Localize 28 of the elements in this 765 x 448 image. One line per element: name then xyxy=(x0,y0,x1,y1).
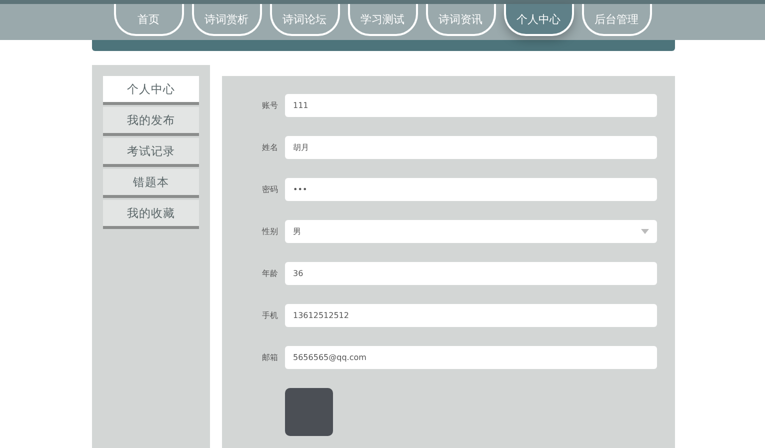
input-field[interactable]: 5656565@qq.com xyxy=(285,346,657,369)
input-field[interactable]: 胡月 xyxy=(285,136,657,159)
field-label: 密码 xyxy=(261,184,278,195)
field-label: 邮箱 xyxy=(261,352,278,363)
select-field[interactable]: 男 xyxy=(285,220,657,243)
nav-tab[interactable]: 后台管理 xyxy=(582,4,652,36)
caret-icon xyxy=(641,229,649,234)
field-label: 性别 xyxy=(260,226,278,237)
nav-tab[interactable]: 个人中心 xyxy=(504,4,574,36)
nav-tab[interactable]: 学习测试 xyxy=(348,4,418,36)
nav-tab[interactable]: 首页 xyxy=(114,4,184,36)
input-field[interactable]: 111 xyxy=(285,94,657,117)
sidebar-item[interactable]: 个人中心 xyxy=(103,76,199,105)
sidebar-item[interactable]: 我的收藏 xyxy=(103,200,199,229)
input-field[interactable]: ••• xyxy=(285,178,657,201)
field-label: 姓名 xyxy=(261,142,278,153)
field-label: 手机 xyxy=(261,310,278,321)
sidebar-item[interactable]: 考试记录 xyxy=(103,138,199,167)
sidebar-item[interactable]: 我的发布 xyxy=(103,107,199,136)
field-label: 年龄 xyxy=(261,268,278,279)
nav-tab[interactable]: 诗词赏析 xyxy=(192,4,262,36)
nav-tab[interactable]: 诗词论坛 xyxy=(270,4,340,36)
nav-tab[interactable]: 诗词资讯 xyxy=(426,4,496,36)
input-field[interactable]: 36 xyxy=(285,262,657,285)
input-field[interactable]: 13612512512 xyxy=(285,304,657,327)
field-label: 账号 xyxy=(261,100,278,111)
sidebar-item[interactable]: 错题本 xyxy=(103,169,199,198)
photo-placeholder xyxy=(285,388,333,436)
